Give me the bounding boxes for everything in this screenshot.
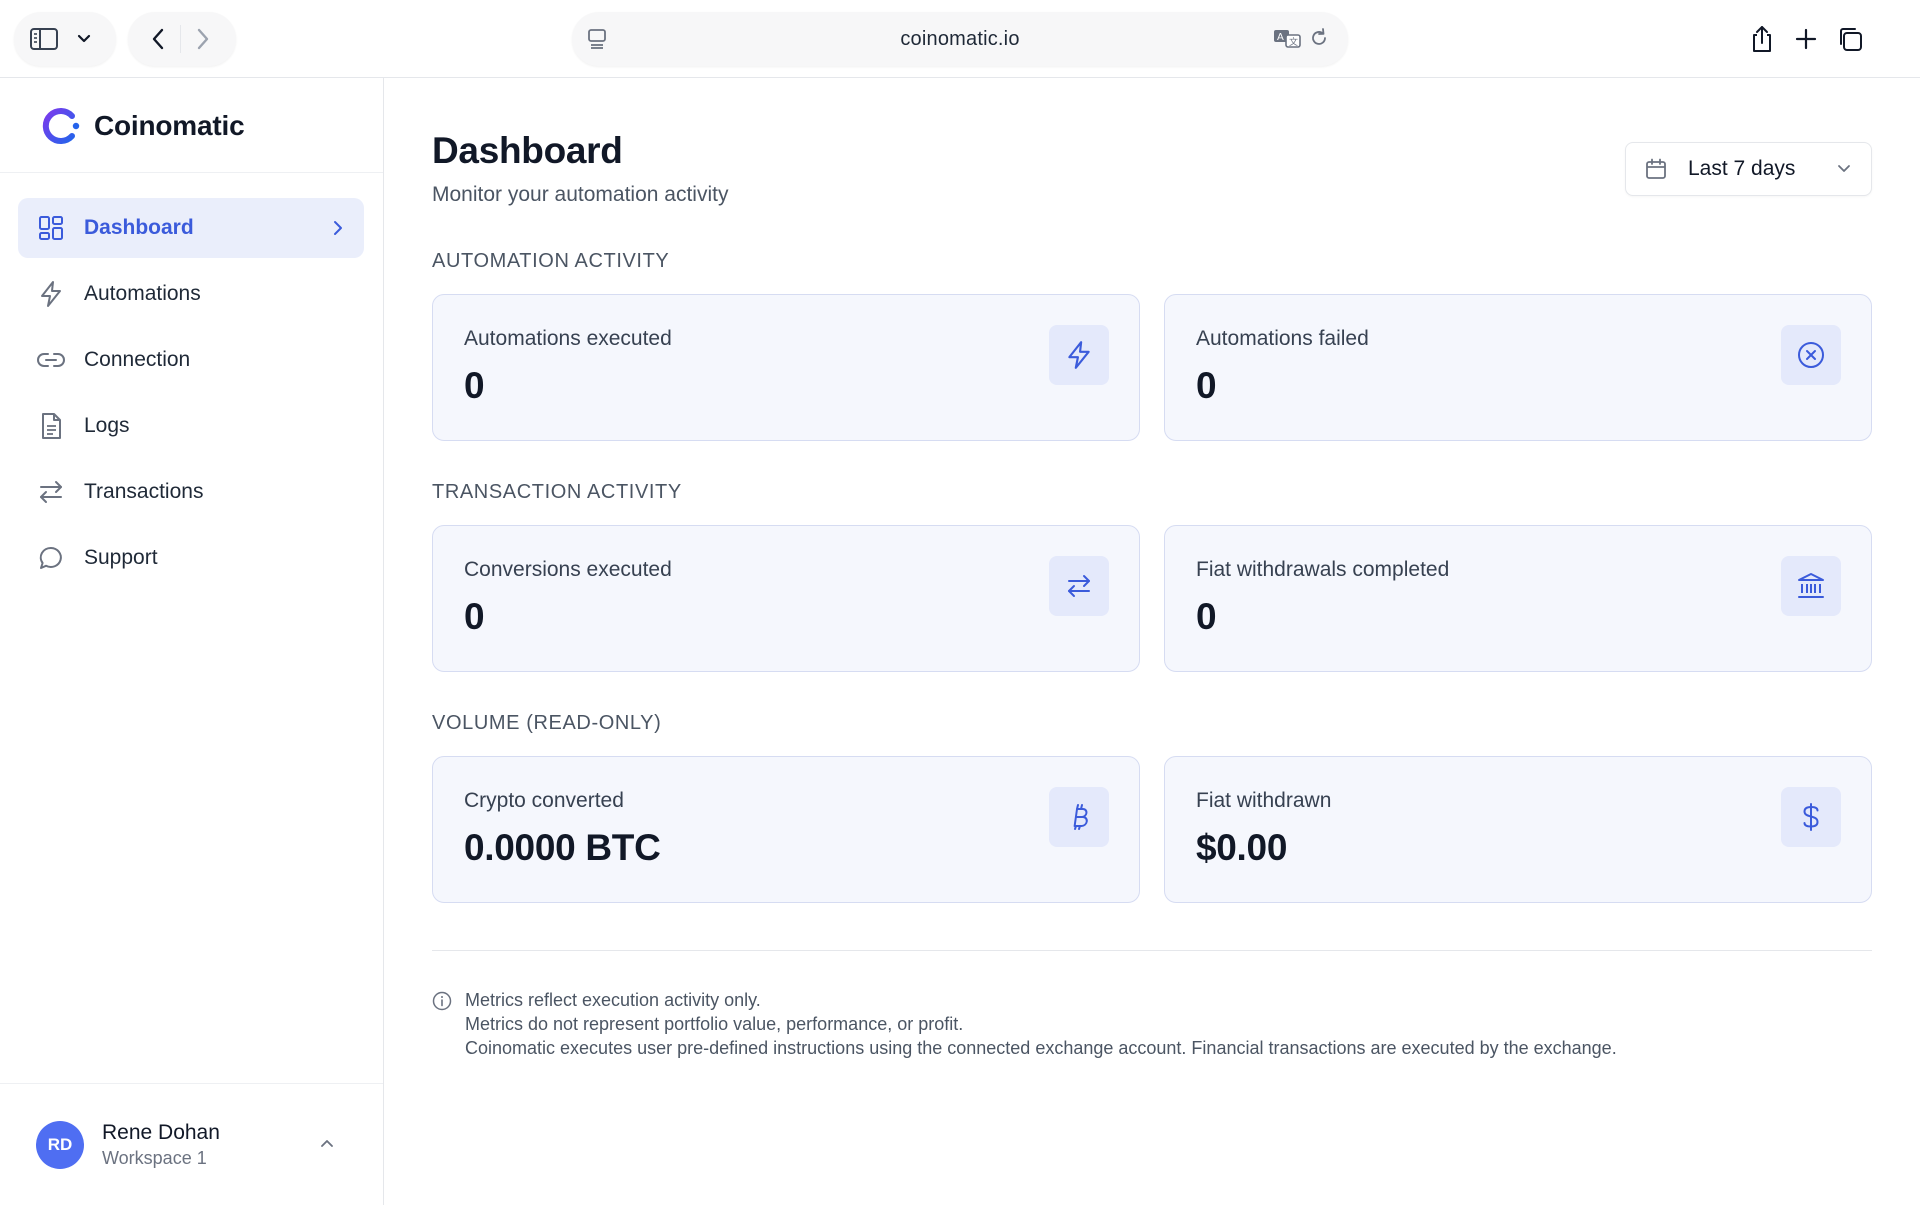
lightning-icon	[36, 279, 66, 309]
stat-value: $0.00	[1196, 827, 1288, 868]
sidebar-icon	[30, 28, 58, 50]
tab-overview-button[interactable]	[1828, 17, 1872, 61]
metrics-disclaimer: Metrics reflect execution activity only.…	[432, 988, 1617, 1060]
sidebar-item-label: Transactions	[84, 480, 204, 503]
dollar-icon	[1781, 787, 1841, 847]
arrows-left-right-icon	[36, 477, 66, 507]
divider	[0, 172, 383, 173]
date-range-select[interactable]: Last 7 days	[1625, 142, 1872, 196]
chevron-left-icon	[152, 28, 164, 50]
stat-value: 0	[1196, 596, 1217, 637]
calendar-icon	[1644, 157, 1668, 181]
window-actions-group	[1740, 12, 1902, 66]
section-title-automation-activity: AUTOMATION ACTIVITY	[432, 250, 670, 272]
chevron-right-icon	[197, 28, 209, 50]
lightning-icon	[1049, 325, 1109, 385]
sidebar-toggle-group	[14, 12, 116, 66]
sidebar-nav: Dashboard Automations Connection Logs Tr…	[18, 198, 364, 594]
sidebar-item-label: Logs	[84, 414, 130, 437]
link-icon	[36, 345, 66, 375]
translate-icon[interactable]: A文	[1272, 26, 1302, 55]
user-info: Rene Dohan Workspace 1	[102, 1121, 220, 1169]
stat-card-conversions-executed: Conversions executed 0	[432, 525, 1140, 672]
disclaimer-line: Metrics reflect execution activity only.	[465, 990, 761, 1010]
stat-value: 0	[464, 365, 485, 406]
avatar: RD	[36, 1121, 84, 1169]
url-text[interactable]: coinomatic.io	[900, 28, 1019, 51]
page-menu-icon[interactable]	[586, 27, 608, 56]
stat-value: 0	[1196, 365, 1217, 406]
page-title: Dashboard	[432, 130, 623, 171]
chevron-down-icon	[1835, 163, 1853, 175]
share-button[interactable]	[1740, 17, 1784, 61]
chat-bubble-icon	[36, 543, 66, 573]
disclaimer-line: Coinomatic executes user pre-defined ins…	[465, 1038, 1617, 1058]
plus-icon	[1795, 28, 1817, 50]
sidebar-item-label: Automations	[84, 282, 201, 305]
divider	[0, 1083, 383, 1084]
chevron-up-icon[interactable]	[318, 1136, 336, 1154]
browser-toolbar: coinomatic.io A文	[0, 0, 1920, 78]
date-range-value: Last 7 days	[1688, 157, 1796, 180]
stat-card-automations-executed: Automations executed 0	[432, 294, 1140, 441]
user-menu[interactable]: RD Rene Dohan Workspace 1	[36, 1121, 346, 1169]
sidebar: Coinomatic Dashboard Automations Connect…	[0, 78, 384, 1205]
disclaimer-line: Metrics do not represent portfolio value…	[465, 1014, 964, 1034]
sidebar-item-transactions[interactable]: Transactions	[18, 462, 364, 522]
bank-icon	[1781, 556, 1841, 616]
page-subtitle: Monitor your automation activity	[432, 183, 729, 206]
document-icon	[36, 411, 66, 441]
address-bar[interactable]: coinomatic.io A文	[572, 12, 1348, 66]
coinomatic-logo-icon	[42, 108, 80, 144]
stat-card-fiat-withdrawals-completed: Fiat withdrawals completed 0	[1164, 525, 1872, 672]
chevron-down-icon	[77, 34, 91, 43]
sidebar-toggle-button[interactable]	[22, 17, 66, 61]
stat-label: Fiat withdrawals completed	[1196, 558, 1450, 581]
sidebar-item-support[interactable]: Support	[18, 528, 364, 588]
x-circle-icon	[1781, 325, 1841, 385]
new-tab-button[interactable]	[1784, 17, 1828, 61]
workspace-name: Workspace 1	[102, 1148, 207, 1168]
sidebar-item-automations[interactable]: Automations	[18, 264, 364, 324]
arrows-left-right-icon	[1049, 556, 1109, 616]
reload-icon[interactable]	[1308, 26, 1330, 55]
stat-card-fiat-withdrawn: Fiat withdrawn $0.00	[1164, 756, 1872, 903]
sidebar-item-label: Connection	[84, 348, 191, 371]
layout-grid-icon	[36, 213, 66, 243]
stat-label: Automations failed	[1196, 327, 1369, 350]
stat-label: Automations executed	[464, 327, 672, 350]
svg-text:文: 文	[1289, 36, 1298, 48]
disclaimer-text: Metrics reflect execution activity only.…	[465, 988, 1617, 1060]
bitcoin-icon	[1049, 787, 1109, 847]
stat-label: Fiat withdrawn	[1196, 789, 1332, 812]
sidebar-item-dashboard[interactable]: Dashboard	[18, 198, 364, 258]
divider	[432, 950, 1872, 951]
stat-card-crypto-converted: Crypto converted 0.0000 BTC	[432, 756, 1140, 903]
info-icon	[432, 991, 452, 1060]
tabs-icon	[1840, 28, 1862, 51]
sidebar-item-logs[interactable]: Logs	[18, 396, 364, 456]
stat-label: Conversions executed	[464, 558, 672, 581]
brand-name: Coinomatic	[94, 110, 245, 141]
stat-value: 0.0000 BTC	[464, 827, 661, 868]
chevron-right-icon	[332, 219, 344, 237]
navigation-group	[128, 12, 236, 66]
stat-value: 0	[464, 596, 485, 637]
share-icon	[1753, 26, 1771, 52]
section-title-volume: VOLUME (READ-ONLY)	[432, 712, 662, 734]
stat-label: Crypto converted	[464, 789, 624, 812]
back-button[interactable]	[136, 17, 180, 61]
sidebar-item-label: Support	[84, 546, 158, 569]
sidebar-item-label: Dashboard	[84, 216, 194, 239]
forward-button[interactable]	[181, 17, 225, 61]
svg-text:A: A	[1277, 32, 1284, 43]
user-name: Rene Dohan	[102, 1121, 220, 1144]
section-title-transaction-activity: TRANSACTION ACTIVITY	[432, 481, 682, 503]
stat-card-automations-failed: Automations failed 0	[1164, 294, 1872, 441]
brand-logo-link[interactable]: Coinomatic	[38, 104, 245, 148]
tab-group-dropdown-button[interactable]	[66, 17, 102, 61]
sidebar-item-connection[interactable]: Connection	[18, 330, 364, 390]
